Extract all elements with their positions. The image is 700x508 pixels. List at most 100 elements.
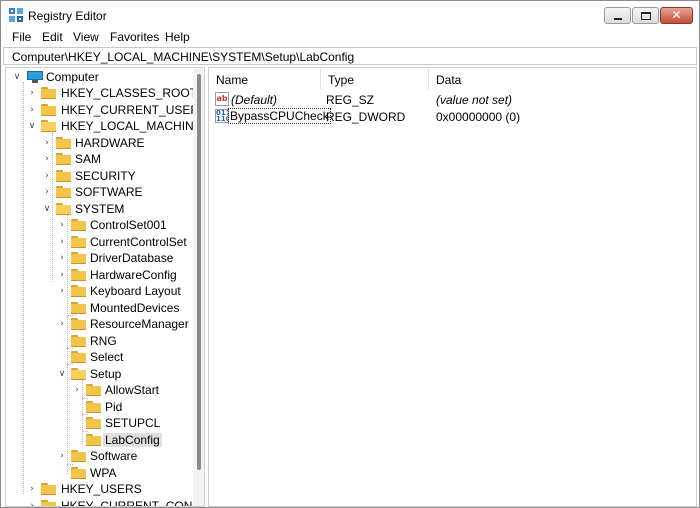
tree-item-label: LabConfig: [103, 433, 162, 447]
minimize-icon: [614, 18, 622, 20]
tree-item[interactable]: ∨ Setup: [6, 366, 201, 382]
folder-icon: [71, 236, 86, 248]
menu-file[interactable]: File: [12, 30, 31, 44]
tree-item-label: SECURITY: [75, 169, 136, 183]
folder-icon: [71, 285, 86, 297]
chevron-right-icon[interactable]: ›: [42, 186, 52, 198]
menu-help[interactable]: Help: [165, 30, 190, 44]
chevron-right-icon[interactable]: ›: [42, 137, 52, 149]
folder-icon: [86, 417, 101, 429]
registry-editor-window: Registry Editor ✕ File Edit View Favorit…: [0, 0, 700, 508]
close-button[interactable]: ✕: [660, 7, 693, 24]
tree-item[interactable]: MountedDevices: [6, 300, 201, 316]
tree-item-selected[interactable]: LabConfig: [6, 432, 201, 448]
column-header-type[interactable]: Type: [321, 68, 429, 90]
tree-item[interactable]: › SAM: [6, 151, 201, 167]
chevron-right-icon[interactable]: ›: [72, 384, 82, 396]
tree-item[interactable]: › HARDWARE: [6, 135, 201, 151]
folder-icon: [71, 269, 86, 281]
chevron-right-icon[interactable]: ›: [27, 500, 37, 506]
folder-icon: [71, 467, 86, 479]
chevron-right-icon[interactable]: ›: [27, 87, 37, 99]
tree-item-label: SOFTWARE: [75, 185, 143, 199]
folder-icon: [41, 500, 56, 506]
value-row[interactable]: ab (Default) REG_SZ (value not set): [209, 91, 696, 108]
maximize-button[interactable]: [632, 7, 659, 24]
tree-item[interactable]: › Keyboard Layout: [6, 283, 201, 299]
chevron-right-icon[interactable]: ›: [57, 318, 67, 330]
tree-item[interactable]: › AllowStart: [6, 382, 201, 398]
tree-item-label: HKEY_LOCAL_MACHINE: [61, 119, 202, 133]
tree-item[interactable]: RNG: [6, 333, 201, 349]
tree-item[interactable]: › SECURITY: [6, 168, 201, 184]
tree-item-label: SAM: [75, 152, 102, 166]
key-tree-pane[interactable]: ∨ Computer › HKEY_CLASSES_ROOT › HKEY_CU…: [5, 67, 205, 507]
tree-item[interactable]: ∨ HKEY_LOCAL_MACHINE: [6, 118, 202, 134]
tree-item[interactable]: › DriverDatabase: [6, 250, 201, 266]
chevron-right-icon[interactable]: ›: [57, 450, 67, 462]
close-icon: ✕: [671, 8, 682, 22]
folder-icon: [41, 483, 56, 495]
chevron-right-icon[interactable]: ›: [57, 219, 67, 231]
tree-item-label: Software: [90, 449, 138, 463]
folder-icon: [56, 137, 71, 149]
chevron-right-icon[interactable]: ›: [42, 170, 52, 182]
tree-item[interactable]: › HardwareConfig: [6, 267, 201, 283]
chevron-right-icon[interactable]: ›: [57, 236, 67, 248]
chevron-down-icon[interactable]: ∨: [27, 120, 37, 132]
column-header-label: Type: [328, 73, 355, 87]
tree-item-label: HKEY_CURRENT_CONFIG: [61, 499, 205, 507]
folder-icon: [71, 318, 86, 330]
tree-item[interactable]: Select: [6, 349, 201, 365]
tree-item[interactable]: ∨ SYSTEM: [6, 201, 201, 217]
column-header-label: Name: [216, 73, 249, 87]
tree-scrollbar-thumb[interactable]: [197, 74, 201, 470]
minimize-button[interactable]: [604, 7, 631, 24]
value-data: 0x00000000 (0): [436, 110, 521, 124]
tree-item[interactable]: › HKEY_USERS: [6, 481, 201, 497]
values-list-pane[interactable]: Name Type Data ab (Default) REG_SZ (valu…: [208, 67, 697, 507]
open-folder-icon: [56, 203, 71, 215]
tree-item[interactable]: WPA: [6, 465, 201, 481]
folder-icon: [86, 384, 101, 396]
chevron-right-icon[interactable]: ›: [57, 252, 67, 264]
tree-item[interactable]: Pid: [6, 399, 201, 415]
chevron-right-icon[interactable]: ›: [42, 153, 52, 165]
value-row[interactable]: 011110 BypassCPUCheck REG_DWORD 0x000000…: [209, 108, 696, 125]
column-header-name[interactable]: Name: [209, 68, 321, 90]
tree-item[interactable]: › SOFTWARE: [6, 184, 201, 200]
tree-item[interactable]: › ControlSet001: [6, 217, 201, 233]
folder-icon: [56, 186, 71, 198]
menu-view[interactable]: View: [73, 30, 99, 44]
chevron-right-icon[interactable]: ›: [27, 483, 37, 495]
column-header-data[interactable]: Data: [429, 68, 696, 90]
chevron-down-icon[interactable]: ∨: [42, 203, 52, 215]
tree-item[interactable]: › HKEY_CURRENT_CONFIG: [6, 498, 204, 506]
tree-item[interactable]: › ResourceManager: [6, 316, 201, 332]
chevron-right-icon[interactable]: ›: [57, 285, 67, 297]
chevron-right-icon[interactable]: ›: [57, 269, 67, 281]
chevron-right-icon[interactable]: ›: [27, 104, 37, 116]
tree-item-computer[interactable]: ∨ Computer: [6, 69, 201, 85]
tree-item[interactable]: › Software: [6, 448, 201, 464]
folder-icon: [71, 302, 86, 314]
chevron-down-icon[interactable]: ∨: [12, 71, 22, 83]
tree-item-label: SETUPCL: [105, 416, 161, 430]
tree-scrollbar[interactable]: [193, 68, 204, 506]
computer-icon: [27, 71, 43, 83]
chevron-down-icon[interactable]: ∨: [57, 368, 67, 380]
tree-item-label: ControlSet001: [90, 218, 167, 232]
open-folder-icon: [71, 368, 86, 380]
tree-item[interactable]: SETUPCL: [6, 415, 201, 431]
menu-bar: File Edit View Favorites Help: [1, 29, 699, 46]
menu-favorites[interactable]: Favorites: [110, 30, 159, 44]
tree-item[interactable]: › HKEY_CLASSES_ROOT: [6, 85, 201, 101]
tree-item[interactable]: › CurrentControlSet: [6, 234, 201, 250]
menu-edit[interactable]: Edit: [42, 30, 63, 44]
maximize-icon: [641, 12, 651, 20]
value-type: REG_SZ: [326, 93, 375, 107]
address-bar[interactable]: Computer\HKEY_LOCAL_MACHINE\SYSTEM\Setup…: [3, 47, 697, 65]
title-bar[interactable]: Registry Editor ✕: [1, 1, 699, 29]
tree-item-label: DriverDatabase: [90, 251, 174, 265]
tree-item[interactable]: › HKEY_CURRENT_USER: [6, 102, 201, 118]
